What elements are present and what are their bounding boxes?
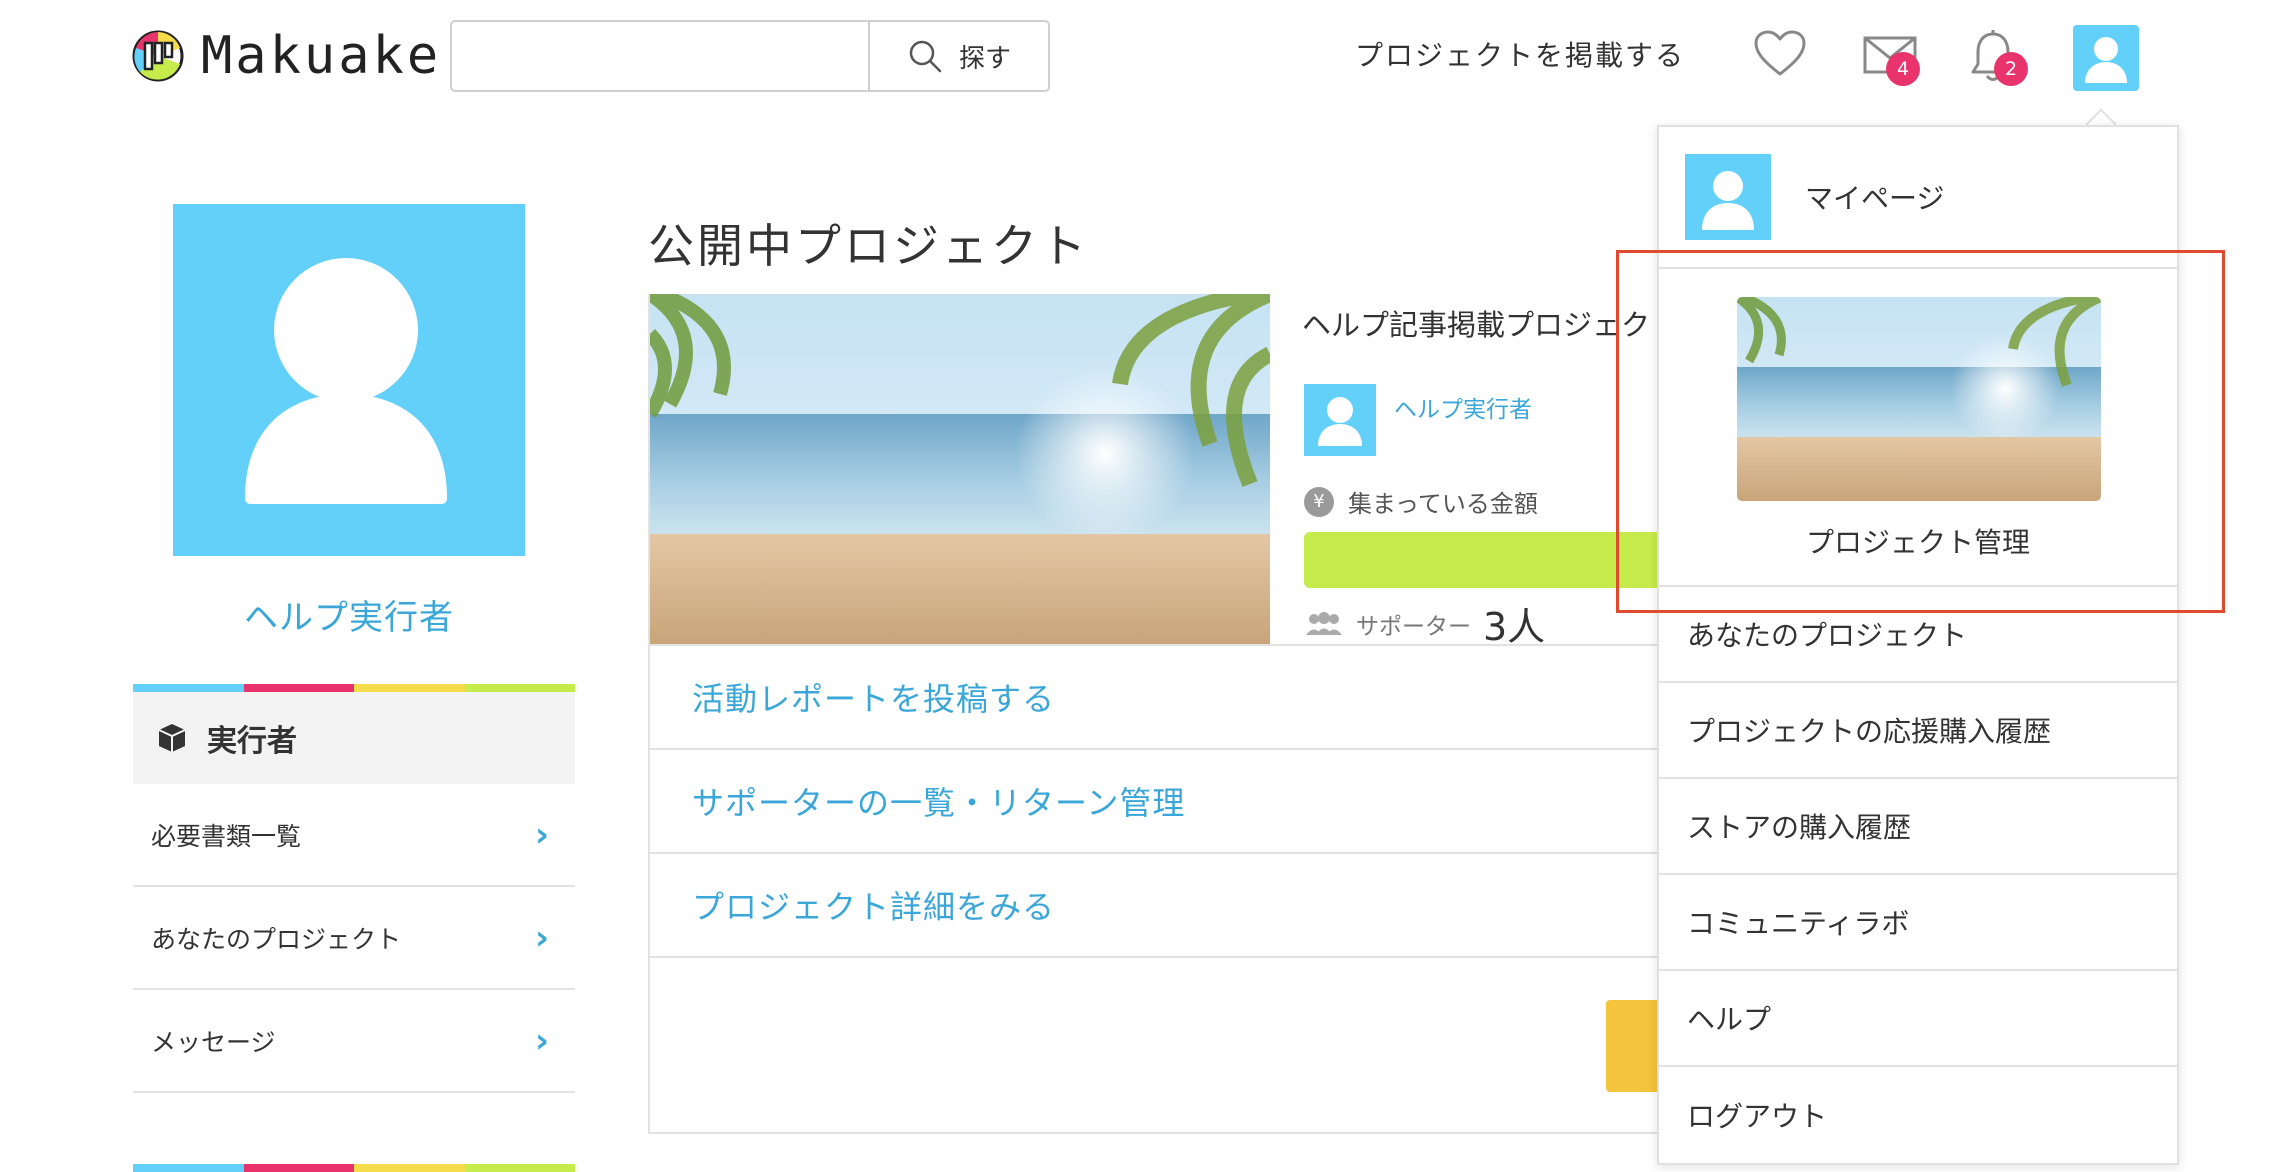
menu-item-logout[interactable]: ログアウト bbox=[1659, 1067, 2177, 1163]
logo-mark-icon bbox=[131, 29, 185, 83]
chevron-right-icon: › bbox=[534, 1020, 549, 1061]
box-icon bbox=[158, 724, 186, 752]
user-avatar-button[interactable] bbox=[2073, 25, 2139, 91]
profile-name[interactable]: ヘルプ実行者 bbox=[173, 590, 525, 639]
project-card: ヘルプ記事掲載プロジェクト ヘルプ実行者 ¥ 集まっている金額 サポーター 3人… bbox=[648, 294, 1704, 1134]
search-input[interactable] bbox=[452, 22, 868, 90]
supporters-row: サポーター 3人 bbox=[1304, 596, 1545, 651]
chevron-right-icon: › bbox=[534, 814, 549, 855]
notification-badge: 2 bbox=[1994, 52, 2028, 86]
chevron-right-icon: › bbox=[534, 917, 549, 958]
sidebar-item-messages[interactable]: メッセージ › bbox=[133, 990, 575, 1093]
supporters-label: サポーター bbox=[1356, 613, 1471, 640]
messages-button[interactable]: 4 bbox=[1862, 28, 1922, 86]
profile-avatar bbox=[173, 204, 525, 556]
menu-item-store-history[interactable]: ストアの購入履歴 bbox=[1659, 779, 2177, 875]
mail-badge: 4 bbox=[1886, 52, 1920, 86]
sidebar-menu: 実行者 必要書類一覧 › あなたのプロジェクト › メッセージ › bbox=[133, 684, 575, 1093]
post-report-link[interactable]: 活動レポートを投稿する bbox=[650, 644, 1686, 748]
highlight-box bbox=[1616, 250, 2225, 613]
sidebar-item-your-projects[interactable]: あなたのプロジェクト › bbox=[133, 887, 575, 990]
mypage-avatar bbox=[1685, 154, 1771, 240]
section-title: 公開中プロジェクト bbox=[648, 219, 1089, 273]
color-stripe bbox=[133, 1164, 575, 1172]
owner-name[interactable]: ヘルプ実行者 bbox=[1394, 390, 1532, 424]
project-detail-link[interactable]: プロジェクト詳細をみる bbox=[650, 852, 1686, 956]
money-label: 集まっている金額 bbox=[1348, 490, 1538, 518]
people-icon bbox=[1306, 611, 1342, 635]
favorites-button[interactable] bbox=[1752, 28, 1812, 84]
user-icon bbox=[1318, 397, 1362, 446]
search-icon bbox=[909, 40, 942, 73]
divider bbox=[650, 956, 1686, 958]
menu-item-label: マイページ bbox=[1805, 182, 1945, 215]
project-thumbnail[interactable] bbox=[650, 294, 1270, 644]
search-button[interactable]: 探す bbox=[868, 22, 1048, 90]
makuake-logo[interactable]: Makuake bbox=[131, 28, 441, 84]
menu-item-mypage[interactable]: マイページ bbox=[1659, 127, 2177, 269]
sidebar-item-label: 必要書類一覧 bbox=[151, 821, 302, 851]
supporters-count: 3人 bbox=[1483, 605, 1546, 649]
color-stripe bbox=[133, 684, 575, 692]
menu-item-help[interactable]: ヘルプ bbox=[1659, 971, 2177, 1067]
logo-text: Makuake bbox=[201, 26, 442, 86]
sidebar-item-documents[interactable]: 必要書類一覧 › bbox=[133, 784, 575, 887]
search-bar: 探す bbox=[450, 20, 1050, 92]
menu-item-purchase-history[interactable]: プロジェクトの応援購入履歴 bbox=[1659, 683, 2177, 779]
menu-item-community-lab[interactable]: コミュニティラボ bbox=[1659, 875, 2177, 971]
user-icon bbox=[245, 258, 447, 504]
sidebar-section-header: 実行者 bbox=[133, 692, 575, 784]
notifications-button[interactable]: 2 bbox=[1968, 28, 2028, 86]
heart-icon bbox=[1754, 30, 1806, 76]
user-icon bbox=[1702, 171, 1754, 230]
sidebar-item-label: あなたのプロジェクト bbox=[151, 924, 402, 954]
money-row: ¥ 集まっている金額 bbox=[1304, 484, 1538, 519]
post-project-link[interactable]: プロジェクトを掲載する bbox=[1355, 36, 1685, 76]
sidebar-item-label: メッセージ bbox=[151, 1027, 276, 1057]
supporter-list-link[interactable]: サポーターの一覧・リターン管理 bbox=[650, 748, 1686, 852]
yen-icon: ¥ bbox=[1304, 486, 1334, 517]
beach-image bbox=[650, 294, 1270, 644]
sidebar-section-title: 実行者 bbox=[207, 724, 297, 759]
owner-avatar bbox=[1304, 384, 1376, 456]
search-button-label: 探す bbox=[958, 43, 1011, 74]
user-icon bbox=[2085, 37, 2127, 83]
